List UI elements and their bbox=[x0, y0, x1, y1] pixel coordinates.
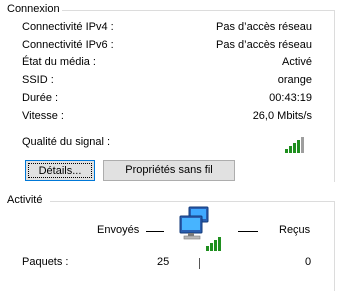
ssid-value: orange bbox=[277, 74, 312, 86]
speed-value: 26,0 Mbits/s bbox=[252, 110, 312, 122]
wireless-properties-button[interactable]: Propriétés sans fil bbox=[103, 160, 235, 181]
sent-label: Envoyés bbox=[97, 224, 140, 236]
packets-label: Paquets : bbox=[22, 256, 69, 268]
network-computers-icon bbox=[176, 206, 224, 252]
media-state-label: État du média : bbox=[22, 56, 96, 68]
duration-value: 00:43:19 bbox=[269, 92, 312, 104]
media-state-value: Activé bbox=[282, 56, 312, 68]
received-dash bbox=[238, 231, 258, 232]
connection-group-title: Connexion bbox=[7, 3, 60, 15]
packets-received-value: 0 bbox=[305, 256, 312, 268]
ssid-label: SSID : bbox=[22, 74, 54, 86]
ipv4-label: Connectivité IPv4 : bbox=[22, 21, 114, 33]
connection-group-right-border bbox=[334, 10, 335, 182]
signal-bar-1 bbox=[285, 149, 288, 153]
activity-group-title: Activité bbox=[7, 194, 43, 206]
signal-bar-4 bbox=[297, 140, 300, 153]
signal-bar-5 bbox=[301, 137, 304, 153]
signal-strength-icon bbox=[285, 136, 309, 153]
details-button[interactable]: Détails... bbox=[25, 160, 95, 181]
ipv6-value: Pas d’accès réseau bbox=[216, 39, 312, 51]
activity-group-right-border bbox=[334, 201, 335, 291]
connection-group-line bbox=[62, 10, 335, 11]
signal-bar-2 bbox=[289, 146, 292, 153]
signal-quality-label: Qualité du signal : bbox=[22, 136, 111, 148]
speed-label: Vitesse : bbox=[22, 110, 64, 122]
activity-group-line bbox=[50, 201, 335, 202]
sent-dash bbox=[146, 231, 164, 232]
received-label: Reçus bbox=[279, 224, 311, 236]
packets-sent-value: 25 bbox=[157, 256, 170, 268]
packets-divider bbox=[199, 258, 200, 269]
duration-label: Durée : bbox=[22, 92, 59, 104]
ipv4-value: Pas d’accès réseau bbox=[216, 21, 312, 33]
details-button-label: Détails... bbox=[28, 163, 92, 178]
signal-bar-3 bbox=[293, 143, 296, 153]
ipv6-label: Connectivité IPv6 : bbox=[22, 39, 114, 51]
